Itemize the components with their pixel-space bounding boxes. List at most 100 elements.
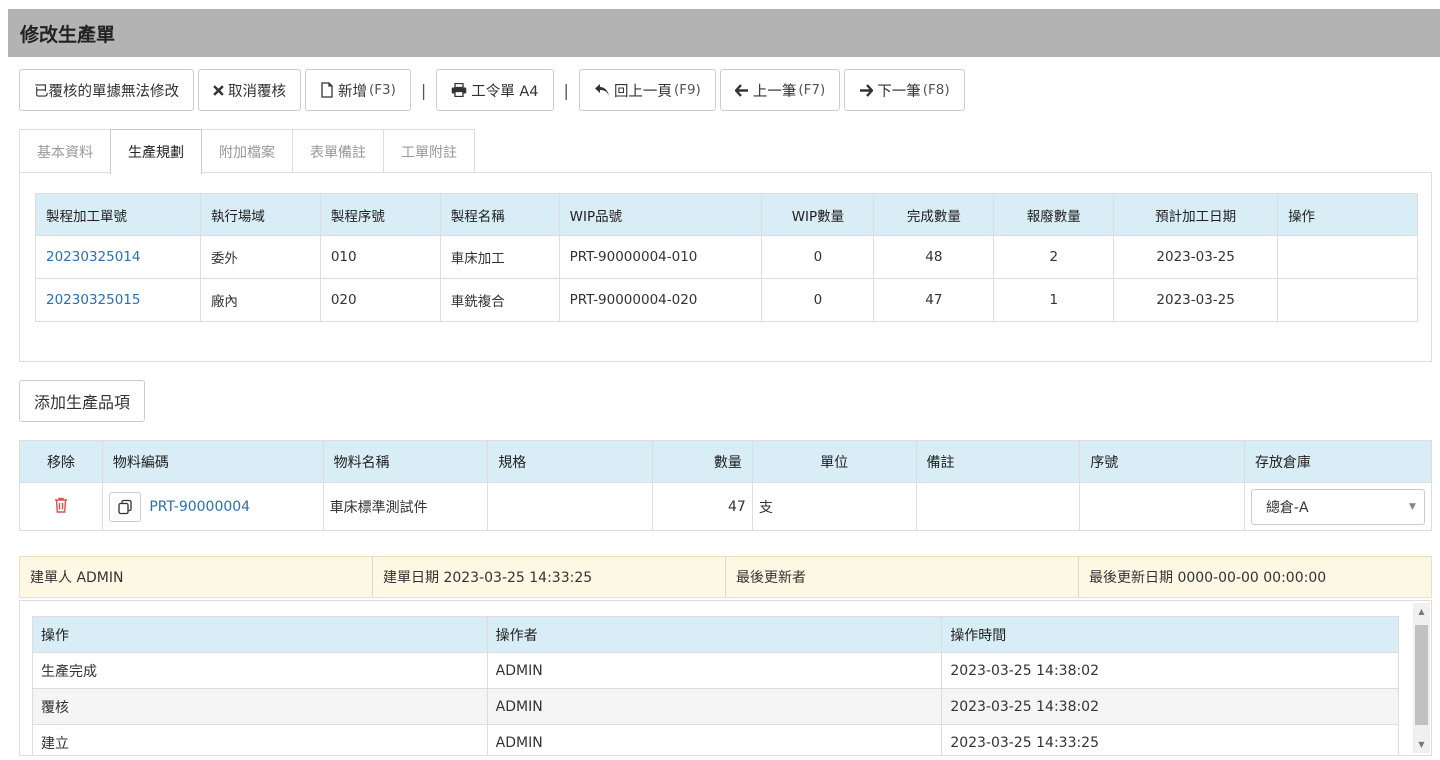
locked-notice-button[interactable]: 已覆核的單據無法修改 (19, 69, 194, 111)
log-action: 建立 (32, 724, 488, 755)
col-header: 製程加工單號 (35, 193, 201, 236)
log-time: 2023-03-25 14:33:25 (941, 724, 1399, 755)
log-operator: ADMIN (486, 724, 943, 755)
col-header: 存放倉庫 (1243, 440, 1433, 483)
next-record-button[interactable]: 下一筆 (F8) (844, 69, 965, 111)
add-production-item-button[interactable]: 添加生產品項 (19, 380, 146, 422)
work-order-print-button[interactable]: 工令單 A4 (436, 69, 554, 111)
table-cell: 委外 (199, 235, 321, 279)
last-update-date-info: 最後更新日期 0000-00-00 00:00:00 (1089, 570, 1327, 586)
table-cell: PRT-90000004-020 (558, 278, 763, 322)
previous-record-button[interactable]: 上一筆 (F7) (719, 69, 841, 111)
table-cell: 47 (873, 278, 995, 322)
log-time: 2023-03-25 14:38:02 (941, 652, 1399, 689)
table-row: 覆核 ADMIN 2023-03-25 14:38:02 (32, 688, 1399, 725)
tab-attachments[interactable]: 附加檔案 (201, 129, 293, 173)
table-cell: 車床加工 (439, 235, 560, 279)
col-header: 執行場域 (199, 193, 321, 236)
scroll-up-icon[interactable]: ▲ (1413, 607, 1430, 616)
table-row: 生產完成 ADMIN 2023-03-25 14:38:02 (32, 652, 1399, 689)
table-row: 建立 ADMIN 2023-03-25 14:33:25 (32, 724, 1399, 755)
toolbar-separator-2: | (563, 80, 569, 100)
table-cell: 48 (873, 235, 995, 279)
back-button[interactable]: 回上一頁 (F9) (578, 69, 716, 111)
col-header: 操作者 (486, 616, 943, 653)
col-header: 操作時間 (941, 616, 1399, 653)
process-order-link[interactable]: 20230325015 (46, 292, 140, 308)
col-header: 製程名稱 (439, 193, 560, 236)
col-header: 製程序號 (319, 193, 441, 236)
material-name: 車床標準測試件 (322, 482, 489, 531)
creator-info: 建單人 ADMIN (20, 557, 373, 597)
previous-record-label: 上一筆 (752, 83, 797, 100)
process-table-header: 製程加工單號 執行場域 製程序號 製程名稱 WIP品號 WIP數量 完成數量 報… (35, 193, 1418, 236)
col-header: 操作 (1277, 193, 1418, 236)
col-header: 物料名稱 (322, 440, 489, 483)
log-scrollbar[interactable]: ▲ ▼ (1413, 603, 1430, 753)
table-cell: 020 (319, 278, 441, 322)
log-table-header: 操作 操作者 操作時間 (32, 616, 1399, 653)
col-header: 完成數量 (873, 193, 995, 236)
warehouse-select[interactable]: 總倉-A ▼ (1250, 488, 1425, 525)
col-header: 預計加工日期 (1113, 193, 1279, 236)
scrollbar-thumb[interactable] (1415, 625, 1428, 725)
material-code-link[interactable]: PRT-90000004 (149, 499, 250, 515)
process-table: 製程加工單號 執行場域 製程序號 製程名稱 WIP品號 WIP數量 完成數量 報… (35, 193, 1418, 322)
new-button[interactable]: 新增 (F3) (305, 69, 411, 111)
page-title-bar: 修改生產單 (8, 9, 1440, 57)
cancel-review-button[interactable]: 取消覆核 (198, 69, 301, 111)
next-record-label: 下一筆 (877, 83, 921, 100)
quantity-value: 47 (651, 482, 753, 531)
page-title: 修改生產單 (20, 23, 116, 46)
close-icon (213, 84, 224, 96)
toolbar: 已覆核的單據無法修改 取消覆核 新增 (F3) | 工令單 A4 | 回上一頁 … (19, 69, 969, 111)
toolbar-separator: | (420, 80, 427, 100)
previous-shortcut: (F7) (798, 82, 826, 98)
process-order-link[interactable]: 20230325014 (46, 249, 140, 265)
tab-production-planning[interactable]: 生產規劃 (110, 129, 202, 174)
back-label: 回上一頁 (613, 83, 672, 100)
material-spec (487, 482, 653, 531)
col-header: 移除 (19, 440, 103, 483)
table-cell: PRT-90000004-010 (558, 235, 763, 279)
last-updater-info: 最後更新者 (726, 557, 1079, 597)
tab-form-notes[interactable]: 表單備註 (292, 129, 384, 173)
table-cell: 車銑複合 (439, 278, 560, 322)
created-date-info: 建單日期 2023-03-25 14:33:25 (373, 557, 726, 597)
tab-basic-info[interactable]: 基本資料 (19, 129, 111, 173)
table-cell (1277, 278, 1418, 322)
new-label: 新增 (338, 83, 367, 100)
log-operator: ADMIN (486, 652, 943, 689)
col-header: 報廢數量 (993, 193, 1115, 236)
log-time: 2023-03-25 14:38:02 (941, 688, 1399, 725)
col-header: 單位 (751, 440, 917, 483)
print-icon (451, 83, 467, 97)
table-row: 20230325015 廠內 020 車銑複合 PRT-90000004-020… (35, 278, 1418, 322)
production-planning-panel: 製程加工單號 執行場域 製程序號 製程名稱 WIP品號 WIP數量 完成數量 報… (19, 172, 1432, 362)
table-cell: 2023-03-25 (1113, 278, 1279, 322)
table-cell: 0 (761, 235, 875, 279)
serial-value (1079, 482, 1245, 531)
trash-icon[interactable] (54, 497, 68, 513)
log-action: 覆核 (32, 688, 488, 725)
copy-icon[interactable] (108, 491, 141, 522)
tab-work-order-notes[interactable]: 工單附註 (383, 129, 475, 173)
table-cell (1277, 235, 1418, 279)
table-cell: 2 (993, 235, 1115, 279)
cancel-review-label: 取消覆核 (228, 83, 286, 100)
table-row: PRT-90000004 車床標準測試件 47 支 總倉-A ▼ (19, 482, 1433, 531)
warehouse-selected-value: 總倉-A (1265, 499, 1309, 516)
table-row: 20230325014 委外 010 車床加工 PRT-90000004-010… (35, 235, 1418, 279)
scroll-down-icon[interactable]: ▼ (1413, 740, 1430, 749)
log-operator: ADMIN (486, 688, 943, 725)
col-header: 操作 (32, 616, 488, 653)
chevron-down-icon: ▼ (1409, 501, 1416, 512)
next-shortcut: (F8) (922, 82, 950, 98)
arrow-right-icon (859, 83, 874, 97)
table-cell: 010 (319, 235, 441, 279)
new-shortcut: (F3) (369, 82, 396, 98)
col-header: 序號 (1079, 440, 1245, 483)
items-table-header: 移除 物料編碼 物料名稱 規格 數量 單位 備註 序號 存放倉庫 (19, 440, 1433, 483)
file-icon (320, 82, 334, 98)
col-header: 規格 (487, 440, 653, 483)
